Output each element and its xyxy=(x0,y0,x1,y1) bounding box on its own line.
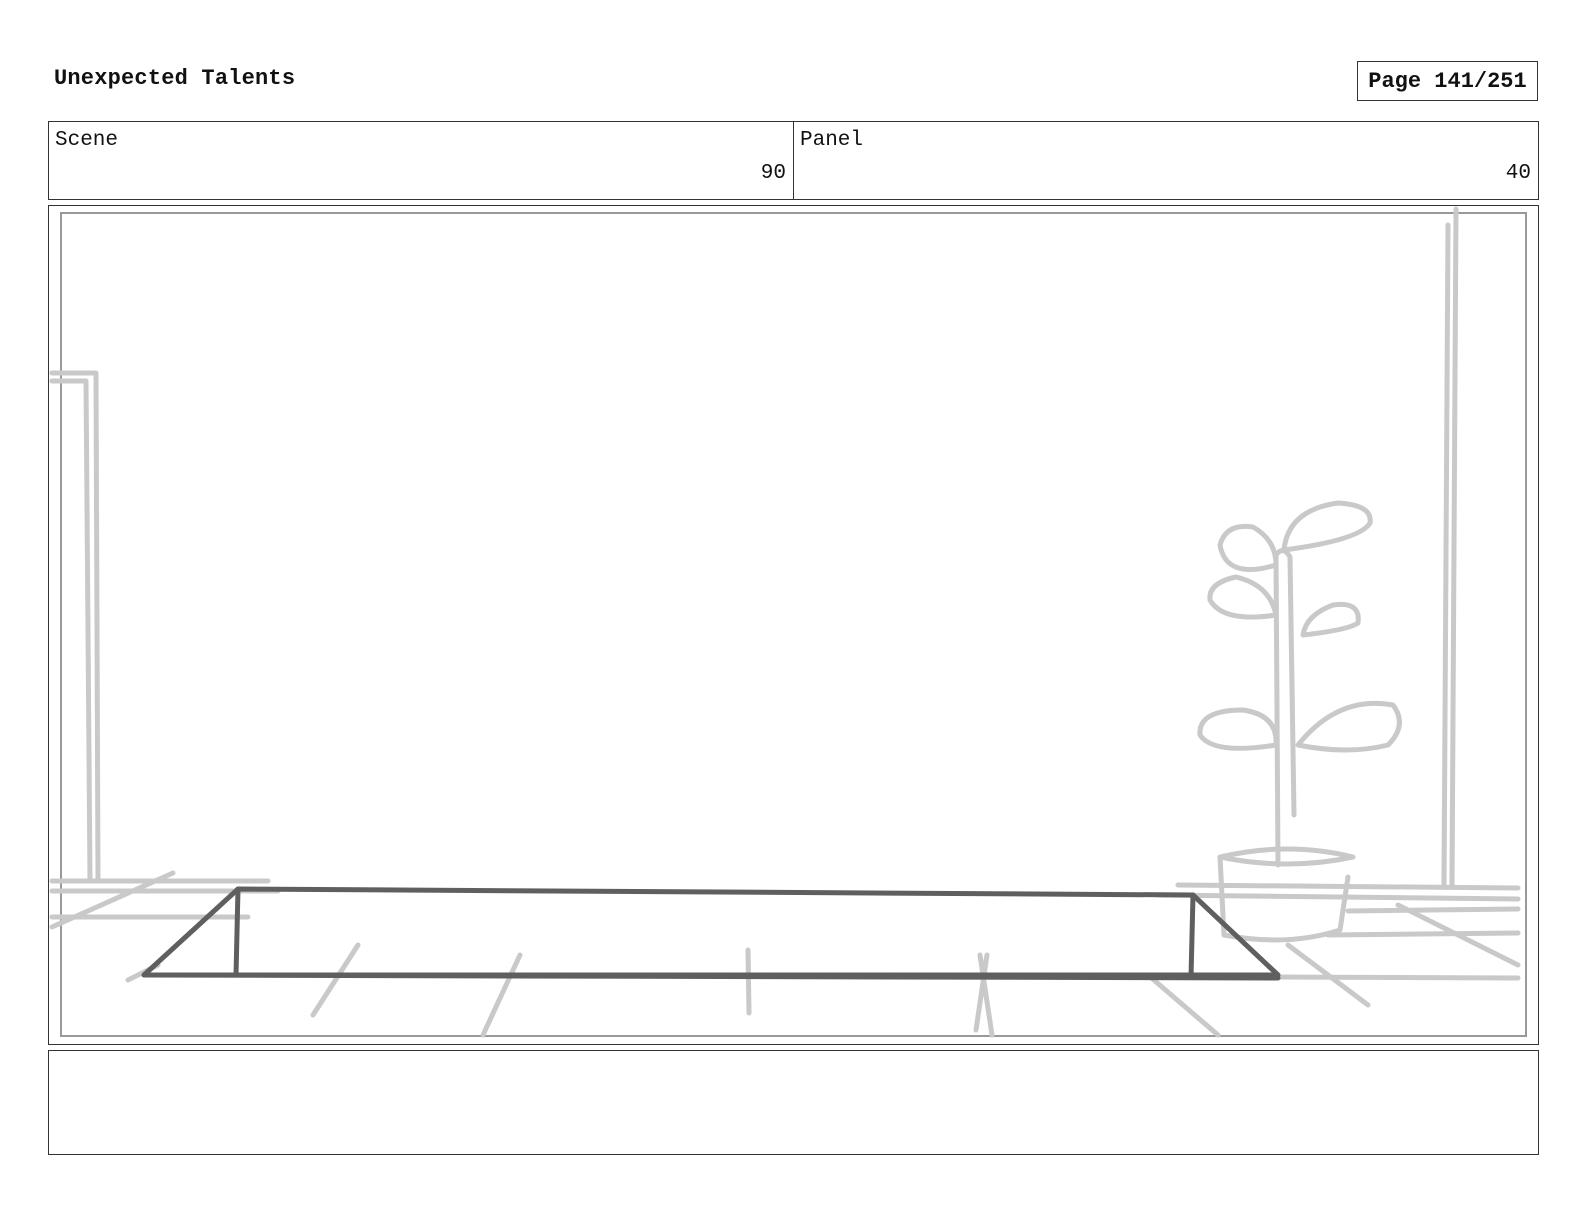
scene-panel-table: Scene 90 Panel 40 xyxy=(48,121,1539,200)
page-number: Page 141/251 xyxy=(1357,61,1538,101)
scene-label: Scene xyxy=(55,129,119,152)
panel-cell: Panel 40 xyxy=(793,122,1538,199)
plant-leaf-4 xyxy=(1207,574,1279,620)
floor-plank-2 xyxy=(480,952,523,1038)
panel-sketch xyxy=(49,206,1521,1038)
plant-leaf-2 xyxy=(1295,700,1402,753)
storyboard-title: Unexpected Talents xyxy=(54,66,296,91)
plant-stem xyxy=(1273,548,1297,868)
floor-plank-3 xyxy=(745,947,752,1016)
right-baseboard-lower xyxy=(1155,892,1521,902)
rug-left-fold xyxy=(233,886,241,978)
rug-outline xyxy=(141,886,1281,978)
rug-back-edge xyxy=(141,972,1281,981)
panel-number: 40 xyxy=(1505,162,1531,185)
scene-cell: Scene 90 xyxy=(49,122,793,199)
plant-leaf-6 xyxy=(1281,500,1373,553)
plant-leaf-3 xyxy=(1300,601,1361,638)
right-floor-line-3 xyxy=(1265,974,1521,981)
rug-right-fold xyxy=(1188,892,1196,980)
panel-notes xyxy=(48,1050,1539,1155)
scene-number: 90 xyxy=(760,162,786,185)
plant-leaf-5 xyxy=(1217,523,1279,572)
plant-leaf-1 xyxy=(1197,707,1279,751)
floor-plank-6 xyxy=(1145,972,1221,1038)
right-wall-edge xyxy=(1449,206,1459,888)
right-wall-edge-inner xyxy=(1441,222,1451,888)
floor-plank-1 xyxy=(310,942,361,1018)
panel-label: Panel xyxy=(800,129,864,152)
right-floor-line xyxy=(1345,906,1521,914)
right-floor-line-2 xyxy=(1325,930,1521,938)
left-door-frame-inner xyxy=(49,378,93,884)
plant-pot-rim xyxy=(1217,846,1356,867)
